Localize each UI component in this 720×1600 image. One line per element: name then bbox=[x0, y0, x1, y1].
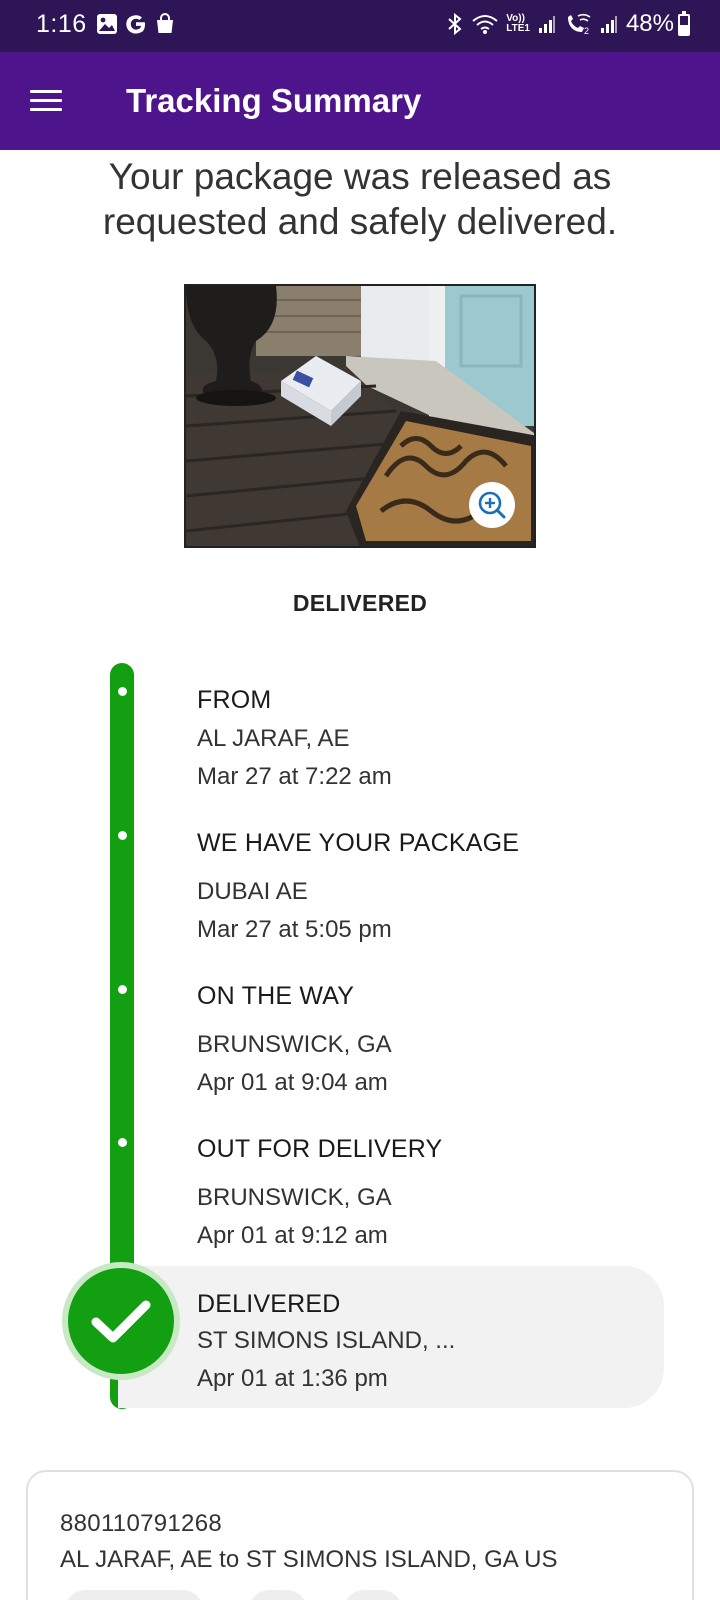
gallery-icon bbox=[97, 14, 117, 34]
card-action-chip[interactable] bbox=[64, 1590, 204, 1600]
wifi-icon bbox=[472, 15, 498, 34]
zoom-in-glyph bbox=[478, 491, 506, 519]
step-time: Apr 01 at 9:12 am bbox=[197, 1222, 388, 1249]
step-time: Apr 01 at 1:36 pm bbox=[197, 1365, 388, 1392]
step-title: ON THE WAY bbox=[197, 982, 355, 1010]
battery-percent: 48% bbox=[625, 10, 674, 37]
system-icons: Vo)) LTE1 2 48% bbox=[446, 10, 674, 38]
step-location: DUBAI AE bbox=[197, 878, 308, 905]
notification-icons bbox=[96, 12, 176, 36]
step-title: WE HAVE YOUR PACKAGE bbox=[197, 829, 520, 857]
signal-icon-2 bbox=[600, 16, 617, 33]
step-time: Mar 27 at 7:22 am bbox=[197, 763, 392, 790]
step-title: DELIVERED bbox=[197, 1290, 341, 1318]
timeline-step-picked-up: WE HAVE YOUR PACKAGE DUBAI AE Mar 27 at … bbox=[197, 829, 667, 944]
timeline-step-delivered: DELIVERED ST SIMONS ISLAND, ... Apr 01 a… bbox=[197, 1290, 667, 1393]
step-time: Mar 27 at 5:05 pm bbox=[197, 916, 392, 943]
step-location: ST SIMONS ISLAND, ... bbox=[197, 1327, 456, 1354]
status-time: 1:16 bbox=[36, 10, 87, 38]
card-action-chip[interactable] bbox=[248, 1590, 308, 1600]
timeline-step-on-the-way: ON THE WAY BRUNSWICK, GA Apr 01 at 9:04 … bbox=[197, 982, 667, 1097]
delivery-message: Your package was released as requested a… bbox=[40, 154, 680, 244]
battery-icon bbox=[678, 11, 690, 36]
step-location: BRUNSWICK, GA bbox=[197, 1184, 392, 1211]
hamburger-menu-icon[interactable] bbox=[30, 86, 64, 114]
app-bar: Tracking Summary bbox=[0, 52, 720, 150]
status-bar: 1:16 Vo)) LTE1 2 48% bbox=[0, 0, 720, 52]
status-heading: DELIVERED bbox=[292, 590, 428, 616]
tracking-number: 880110791268 bbox=[60, 1510, 222, 1537]
battery-fill bbox=[680, 25, 688, 34]
step-title: FROM bbox=[197, 686, 272, 714]
step-location: BRUNSWICK, GA bbox=[197, 1031, 392, 1058]
sim-label: 2 bbox=[584, 26, 589, 35]
bluetooth-icon bbox=[448, 12, 462, 36]
checkmark-glyph bbox=[91, 1300, 151, 1343]
signal-icon bbox=[538, 16, 555, 33]
step-title: OUT FOR DELIVERY bbox=[197, 1135, 443, 1163]
menu-line bbox=[30, 90, 62, 93]
timeline-dot bbox=[118, 985, 127, 994]
timeline-step-out-for-delivery: OUT FOR DELIVERY BRUNSWICK, GA Apr 01 at… bbox=[197, 1135, 667, 1250]
step-location: AL JARAF, AE bbox=[197, 725, 350, 752]
delivery-message-line2: requested and safely delivered. bbox=[102, 201, 618, 242]
timeline-dot bbox=[118, 831, 127, 840]
card-action-chip[interactable] bbox=[343, 1590, 403, 1600]
volte-icon: Vo)) LTE1 bbox=[506, 14, 530, 34]
timeline-step-from: FROM AL JARAF, AE Mar 27 at 7:22 am bbox=[197, 686, 667, 791]
menu-line bbox=[30, 108, 62, 111]
shopping-bag-icon bbox=[157, 13, 173, 33]
menu-line bbox=[30, 99, 62, 102]
timeline-dot bbox=[118, 1138, 127, 1147]
shipment-card[interactable]: 880110791268 AL JARAF, AE to ST SIMONS I… bbox=[26, 1470, 694, 1600]
checkmark-icon bbox=[68, 1268, 174, 1374]
wifi-calling-icon: 2 bbox=[567, 13, 591, 35]
page-title: Tracking Summary bbox=[126, 82, 422, 119]
step-time: Apr 01 at 9:04 am bbox=[197, 1069, 388, 1096]
lte-label: LTE1 bbox=[506, 23, 530, 34]
timeline-dot bbox=[118, 687, 127, 696]
shipment-route: AL JARAF, AE to ST SIMONS ISLAND, GA US bbox=[60, 1546, 558, 1573]
zoom-in-icon[interactable] bbox=[469, 482, 515, 528]
google-icon bbox=[126, 15, 145, 34]
delivery-message-line1: Your package was released as bbox=[108, 156, 612, 197]
